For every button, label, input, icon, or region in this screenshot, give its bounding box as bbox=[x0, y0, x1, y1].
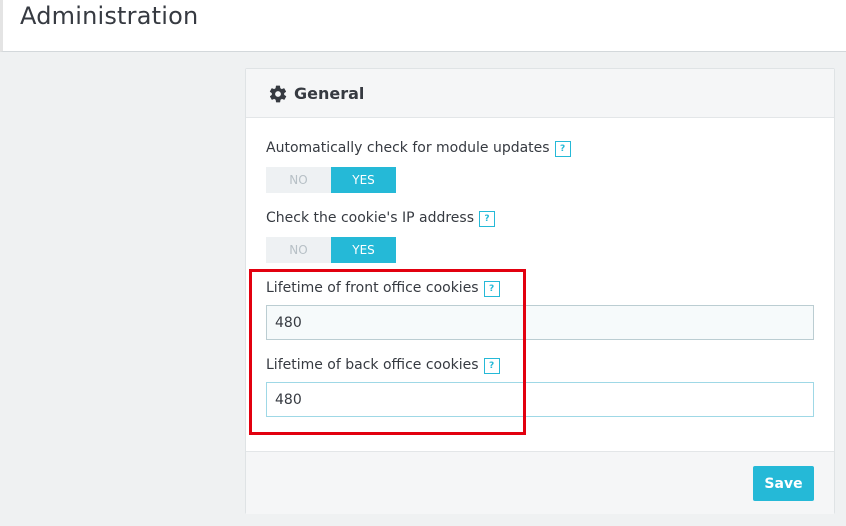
top-header: Administration bbox=[0, 0, 846, 52]
module-updates-label: Automatically check for module updates ? bbox=[266, 140, 571, 157]
cookie-ip-label-text: Check the cookie's IP address bbox=[266, 210, 474, 226]
cookie-ip-switch[interactable]: NO YES bbox=[266, 237, 396, 263]
front-cookie-lifetime-input[interactable] bbox=[266, 305, 814, 340]
module-updates-yes-option[interactable]: YES bbox=[331, 167, 396, 193]
front-cookie-lifetime-label: Lifetime of front office cookies ? bbox=[266, 280, 500, 297]
back-cookie-lifetime-label: Lifetime of back office cookies ? bbox=[266, 357, 500, 374]
cookie-ip-label: Check the cookie's IP address ? bbox=[266, 210, 495, 227]
help-icon[interactable]: ? bbox=[483, 281, 500, 297]
back-cookie-lifetime-label-text: Lifetime of back office cookies bbox=[266, 357, 479, 373]
panel-footer: Save bbox=[246, 451, 834, 514]
module-updates-no-option[interactable]: NO bbox=[266, 167, 331, 193]
help-icon[interactable]: ? bbox=[479, 211, 495, 227]
save-button[interactable]: Save bbox=[753, 466, 814, 501]
panel-title: General bbox=[294, 84, 365, 103]
help-icon[interactable]: ? bbox=[554, 141, 571, 157]
module-updates-switch[interactable]: NO YES bbox=[266, 167, 396, 193]
module-updates-label-text: Automatically check for module updates bbox=[266, 140, 550, 156]
panel-heading: General bbox=[246, 69, 834, 118]
cookie-ip-yes-option[interactable]: YES bbox=[331, 237, 396, 263]
back-cookie-lifetime-input[interactable] bbox=[266, 382, 814, 417]
gear-icon bbox=[269, 85, 287, 103]
general-settings-panel: General Automatically check for module u… bbox=[245, 68, 835, 514]
cookie-ip-no-option[interactable]: NO bbox=[266, 237, 331, 263]
front-cookie-lifetime-label-text: Lifetime of front office cookies bbox=[266, 280, 479, 296]
help-icon[interactable]: ? bbox=[483, 358, 500, 374]
page-title: Administration bbox=[20, 2, 199, 30]
